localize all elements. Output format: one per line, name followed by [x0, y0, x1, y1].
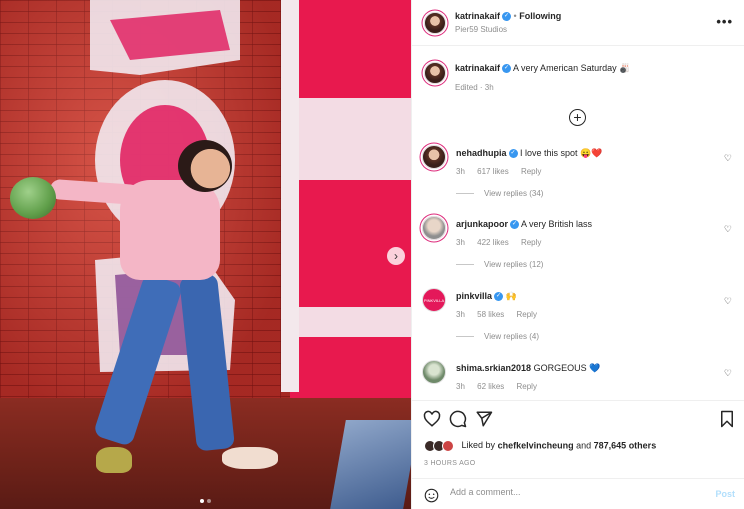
- next-photo-button[interactable]: ›: [387, 247, 405, 265]
- action-bar: [412, 400, 744, 438]
- comment-username[interactable]: shima.srkian2018: [456, 363, 531, 373]
- likes-middle: and: [576, 440, 592, 451]
- comment-likes[interactable]: 58 likes: [477, 310, 504, 319]
- comment-text: A very British lass: [521, 219, 593, 229]
- add-comment-bar: Post: [412, 478, 744, 509]
- comment-likes[interactable]: 617 likes: [477, 167, 509, 176]
- caption-meta: Edited · 3h: [455, 83, 494, 92]
- view-replies-button[interactable]: View replies (12): [456, 260, 543, 269]
- view-replies-button[interactable]: View replies (4): [456, 332, 539, 341]
- comment-time: 3h: [456, 382, 465, 391]
- avatar[interactable]: [422, 216, 446, 240]
- comment-username[interactable]: arjunkapoor: [456, 219, 508, 229]
- comment-time: 3h: [456, 310, 465, 319]
- reply-button[interactable]: Reply: [521, 238, 541, 247]
- comment-username[interactable]: nehadhupia: [456, 148, 507, 158]
- post-side-panel: katrinakaif ✓ • Following Pier59 Studios …: [411, 0, 744, 509]
- avatar[interactable]: PINKVILLA: [422, 288, 446, 312]
- like-comment-heart-icon[interactable]: ♡: [724, 224, 732, 235]
- dot-separator: •: [513, 11, 517, 21]
- bookmark-icon[interactable]: [719, 410, 735, 428]
- like-comment-heart-icon[interactable]: ♡: [724, 296, 732, 307]
- avatar[interactable]: [422, 360, 446, 384]
- likes-prefix: Liked by: [461, 440, 496, 451]
- post-timestamp: 3 HOURS AGO: [424, 460, 476, 467]
- bowling-ball: [10, 177, 56, 219]
- avatar[interactable]: [424, 62, 446, 84]
- verified-badge-icon: ✓: [502, 64, 512, 74]
- avatar: [442, 440, 454, 452]
- likes-summary: Liked by chefkelvincheung and 787,645 ot…: [424, 440, 656, 452]
- carousel-dots: [200, 499, 211, 503]
- pink-wall: [290, 0, 411, 410]
- reply-button[interactable]: Reply: [517, 382, 537, 391]
- person: [120, 180, 220, 280]
- load-more-comments-button[interactable]: +: [569, 109, 586, 126]
- following-button[interactable]: Following: [519, 11, 561, 21]
- post-header: katrinakaif ✓ • Following Pier59 Studios …: [412, 0, 744, 46]
- share-icon[interactable]: [475, 410, 493, 428]
- reply-button[interactable]: Reply: [517, 310, 537, 319]
- comment-text: I love this spot 😛❤️: [520, 148, 603, 158]
- avatar[interactable]: [422, 145, 446, 169]
- verified-badge-icon: ✓: [508, 149, 518, 159]
- post-photo[interactable]: ›: [0, 0, 411, 509]
- more-options-icon[interactable]: •••: [716, 14, 733, 29]
- verified-badge-icon: ✓: [502, 12, 512, 22]
- post-button[interactable]: Post: [715, 489, 735, 499]
- comment-time: 3h: [456, 238, 465, 247]
- caption-username[interactable]: katrinakaif: [455, 63, 500, 73]
- likes-user-link[interactable]: chefkelvincheung: [498, 440, 574, 450]
- like-comment-heart-icon[interactable]: ♡: [724, 368, 732, 379]
- white-pillar: [281, 0, 299, 392]
- location-link[interactable]: Pier59 Studios: [455, 25, 507, 34]
- comment-text: 🙌: [505, 291, 517, 301]
- comment-likes[interactable]: 62 likes: [477, 382, 504, 391]
- reply-button[interactable]: Reply: [521, 167, 541, 176]
- carousel-dot: [207, 499, 211, 503]
- heart-icon[interactable]: [423, 410, 441, 428]
- comment-username[interactable]: pinkvilla: [456, 291, 492, 301]
- view-replies-button[interactable]: View replies (34): [456, 189, 543, 198]
- verified-badge-icon: ✓: [494, 292, 504, 302]
- comment-input[interactable]: [450, 487, 700, 497]
- caption-text: A very American Saturday 🎳: [513, 63, 631, 73]
- emoji-icon[interactable]: [424, 488, 439, 503]
- likes-others-link[interactable]: 787,645 others: [594, 440, 657, 450]
- comment-likes[interactable]: 422 likes: [477, 238, 509, 247]
- like-comment-heart-icon[interactable]: ♡: [724, 153, 732, 164]
- comment-time: 3h: [456, 167, 465, 176]
- post-author-username[interactable]: katrinakaif: [455, 11, 500, 21]
- instagram-post-viewer: › katrinakaif ✓ • Following Pier59 Studio…: [0, 0, 744, 509]
- carousel-dot: [200, 499, 204, 503]
- avatar[interactable]: [424, 12, 446, 34]
- comment-text: GORGEOUS 💙: [533, 363, 601, 373]
- verified-badge-icon: ✓: [510, 220, 520, 230]
- comment-icon[interactable]: [449, 410, 467, 428]
